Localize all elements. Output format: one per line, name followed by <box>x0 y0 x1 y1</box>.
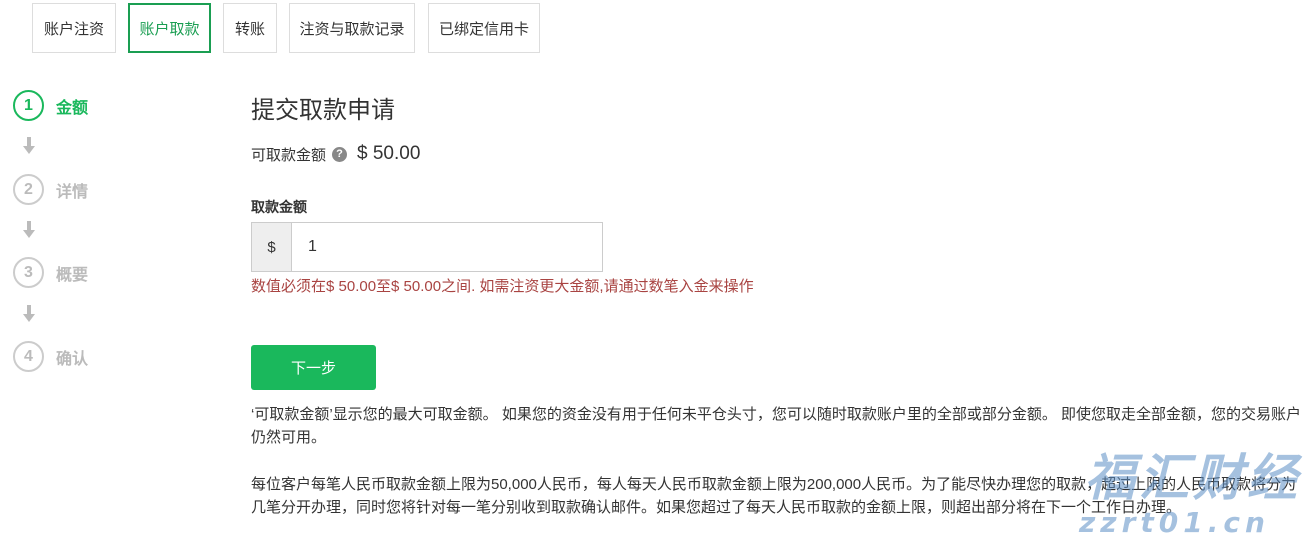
arrow-down-icon <box>23 305 35 322</box>
error-message: 数值必须在$ 50.00至$ 50.00之间. 如需注资更大金额,请通过数笔入金… <box>251 278 754 295</box>
step-number: 1 <box>13 90 44 121</box>
tab-history[interactable]: 注资与取款记录 <box>289 3 415 53</box>
available-amount: $ 50.00 <box>357 143 421 164</box>
help-icon[interactable]: ? <box>332 146 348 162</box>
step-summary: 3 概要 <box>13 257 88 288</box>
next-button[interactable]: 下一步 <box>251 345 376 390</box>
step-number: 3 <box>13 257 44 288</box>
step-label: 金额 <box>56 99 89 117</box>
arrow-down-icon <box>23 221 35 238</box>
available-label: 可取款金额 <box>251 146 327 164</box>
amount-input-group: $ <box>251 222 603 272</box>
currency-addon: $ <box>252 223 292 271</box>
amount-input[interactable] <box>292 223 602 271</box>
tab-withdraw[interactable]: 账户取款 <box>128 3 211 53</box>
step-amount: 1 金额 <box>13 90 88 121</box>
step-confirm: 4 确认 <box>13 341 88 372</box>
step-number: 4 <box>13 341 44 372</box>
step-label: 概要 <box>56 266 89 284</box>
info-paragraph-2: 每位客户每笔人民币取款金额上限为50,000人民币，每人每天人民币取款金额上限为… <box>251 476 1297 516</box>
tab-transfer[interactable]: 转账 <box>223 3 277 53</box>
page-title: 提交取款申请 <box>251 97 395 124</box>
tab-deposit[interactable]: 账户注资 <box>32 3 116 53</box>
step-details: 2 详情 <box>13 174 88 205</box>
arrow-down-icon <box>23 137 35 154</box>
step-label: 详情 <box>56 183 89 201</box>
tab-linked-cards[interactable]: 已绑定信用卡 <box>428 3 540 53</box>
available-balance: 可取款金额 ? $ 50.00 <box>251 143 420 165</box>
info-paragraph-1: ‘可取款金额’显示您的最大可取金额。 如果您的资金没有用于任何未平仓头寸，您可以… <box>251 406 1302 446</box>
step-label: 确认 <box>56 350 89 368</box>
amount-label: 取款金额 <box>251 199 307 215</box>
step-number: 2 <box>13 174 44 205</box>
